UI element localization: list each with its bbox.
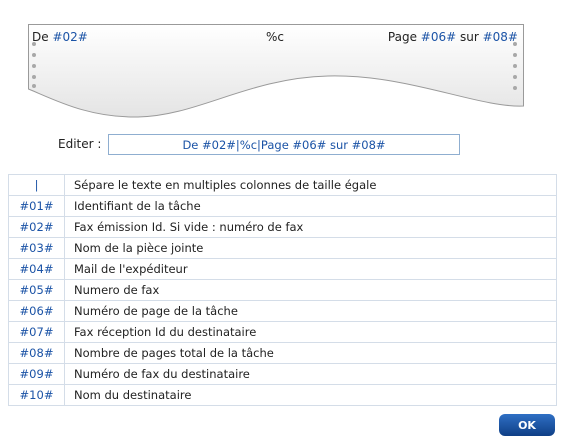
preview-left-code: #02# <box>52 30 88 44</box>
editor-label: Editer : <box>58 137 102 151</box>
codes-table: | Sépare le texte en multiples colonnes … <box>8 174 557 406</box>
description-cell: Nom de la pièce jointe <box>64 237 557 259</box>
description-cell: Fax réception Id du destinataire <box>64 321 557 343</box>
code-cell: #02# <box>8 216 65 238</box>
table-row: #08# Nombre de pages total de la tâche <box>8 342 557 364</box>
description-cell: Numero de fax <box>64 279 557 301</box>
code-cell: #08# <box>8 342 65 364</box>
header-format-input[interactable] <box>108 134 460 155</box>
description-cell: Numéro de fax du destinataire <box>64 363 557 385</box>
description-cell: Sépare le texte en multiples colonnes de… <box>64 174 557 196</box>
code-cell: #04# <box>8 258 65 280</box>
code-cell: | <box>8 174 65 196</box>
description-cell: Mail de l'expéditeur <box>64 258 557 280</box>
table-row: #01# Identifiant de la tâche <box>8 195 557 217</box>
preview-center-text: %c <box>266 30 284 44</box>
table-row: #06# Numéro de page de la tâche <box>8 300 557 322</box>
code-cell: #07# <box>8 321 65 343</box>
table-row: #03# Nom de la pièce jointe <box>8 237 557 259</box>
description-cell: Nom du destinataire <box>64 384 557 406</box>
preview-left-text: De #02# <box>32 30 88 44</box>
preview-total-code: #08# <box>482 30 518 44</box>
description-cell: Nombre de pages total de la tâche <box>64 342 557 364</box>
preview-page-code: #06# <box>420 30 457 44</box>
table-row: #02# Fax émission Id. Si vide : numéro d… <box>8 216 557 238</box>
code-cell: #06# <box>8 300 65 322</box>
code-cell: #03# <box>8 237 65 259</box>
code-cell: #05# <box>8 279 65 301</box>
table-row: #10# Nom du destinataire <box>8 384 557 406</box>
description-cell: Numéro de page de la tâche <box>64 300 557 322</box>
preview-right-text: Page #06# sur #08# <box>387 30 518 44</box>
code-cell: #09# <box>8 363 65 385</box>
table-row: #05# Numero de fax <box>8 279 557 301</box>
description-cell: Fax émission Id. Si vide : numéro de fax <box>64 216 557 238</box>
header-preview: De #02# %c Page #06# sur #08# <box>28 24 524 118</box>
description-cell: Identifiant de la tâche <box>64 195 557 217</box>
code-cell: #01# <box>8 195 65 217</box>
code-cell: #10# <box>8 384 65 406</box>
table-row: #09# Numéro de fax du destinataire <box>8 363 557 385</box>
table-row: #04# Mail de l'expéditeur <box>8 258 557 280</box>
table-row: | Sépare le texte en multiples colonnes … <box>8 174 557 196</box>
ok-button[interactable]: OK <box>499 414 555 436</box>
table-row: #07# Fax réception Id du destinataire <box>8 321 557 343</box>
